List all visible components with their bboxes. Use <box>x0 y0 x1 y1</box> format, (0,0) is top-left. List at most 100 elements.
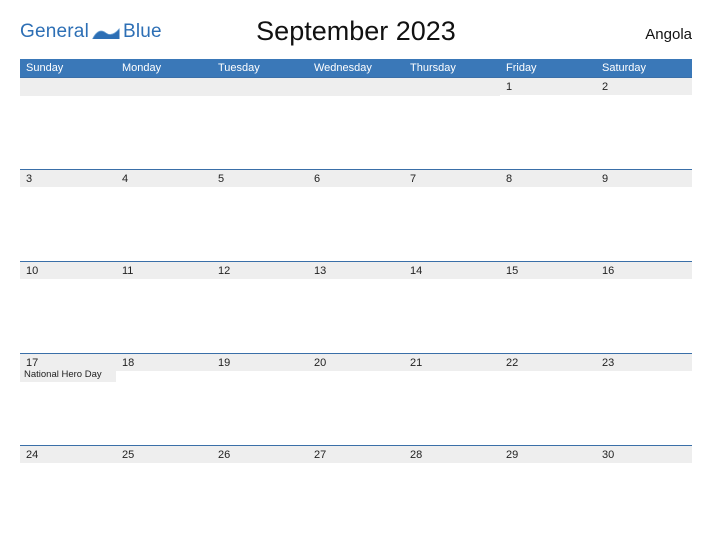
calendar-cell: 14 <box>404 262 500 354</box>
dayname-tue: Tuesday <box>212 59 308 78</box>
calendar-cell: 4 <box>116 170 212 262</box>
day-body <box>116 279 212 353</box>
calendar-cell: 5 <box>212 170 308 262</box>
dayname-fri: Friday <box>500 59 596 78</box>
day-body <box>500 187 596 261</box>
calendar-cell: 22 <box>500 354 596 446</box>
day-body <box>20 382 116 445</box>
calendar-cell: 15 <box>500 262 596 354</box>
calendar-cell: 19 <box>212 354 308 446</box>
day-number: 4 <box>116 170 212 185</box>
calendar-cell: 21 <box>404 354 500 446</box>
calendar-cell: 20 <box>308 354 404 446</box>
day-number: 26 <box>212 446 308 461</box>
dayname-thu: Thursday <box>404 59 500 78</box>
holiday-label: National Hero Day <box>20 369 116 380</box>
day-body <box>308 187 404 261</box>
day-number: 13 <box>308 262 404 277</box>
dayname-row: Sunday Monday Tuesday Wednesday Thursday… <box>20 59 692 78</box>
day-number <box>116 78 212 94</box>
calendar-cell <box>308 78 404 170</box>
logo-text-general: General <box>20 21 89 43</box>
day-number: 29 <box>500 446 596 461</box>
day-body <box>212 187 308 261</box>
calendar-cell: 30 <box>596 446 692 538</box>
calendar-cell: 6 <box>308 170 404 262</box>
day-number: 27 <box>308 446 404 461</box>
calendar-cell <box>116 78 212 170</box>
day-number: 7 <box>404 170 500 185</box>
day-body <box>500 95 596 169</box>
day-number: 24 <box>20 446 116 461</box>
day-body <box>212 96 308 169</box>
day-body <box>20 96 116 169</box>
day-body <box>116 187 212 261</box>
day-number <box>20 78 116 94</box>
day-number: 21 <box>404 354 500 369</box>
calendar-week: 17National Hero Day181920212223 <box>20 354 692 446</box>
day-number: 5 <box>212 170 308 185</box>
day-number: 9 <box>596 170 692 185</box>
day-body <box>596 279 692 353</box>
day-body <box>116 371 212 445</box>
calendar-week: 24252627282930 <box>20 446 692 538</box>
calendar-cell <box>20 78 116 170</box>
day-number <box>308 78 404 94</box>
day-body <box>404 96 500 169</box>
day-body <box>596 463 692 538</box>
dayname-wed: Wednesday <box>308 59 404 78</box>
month-year-title: September 2023 <box>170 16 542 47</box>
wave-icon <box>91 23 121 43</box>
day-number: 11 <box>116 262 212 277</box>
day-body <box>500 371 596 445</box>
calendar-cell: 12 <box>212 262 308 354</box>
day-body <box>20 279 116 353</box>
calendar-header: General Blue September 2023 Angola <box>20 10 692 59</box>
day-body <box>404 279 500 353</box>
calendar-cell: 24 <box>20 446 116 538</box>
dayname-sat: Saturday <box>596 59 692 78</box>
calendar-cell: 27 <box>308 446 404 538</box>
day-number: 17 <box>20 354 116 369</box>
day-number: 14 <box>404 262 500 277</box>
calendar-cell: 25 <box>116 446 212 538</box>
calendar-cell: 23 <box>596 354 692 446</box>
logo-text-blue: Blue <box>123 21 162 43</box>
day-number <box>212 78 308 94</box>
calendar-week: 3456789 <box>20 170 692 262</box>
day-body <box>116 463 212 538</box>
day-body <box>212 279 308 353</box>
day-body <box>212 463 308 538</box>
calendar-cell: 17National Hero Day <box>20 354 116 446</box>
dayname-mon: Monday <box>116 59 212 78</box>
day-body <box>404 371 500 445</box>
day-body <box>500 279 596 353</box>
day-number: 23 <box>596 354 692 369</box>
calendar-cell: 28 <box>404 446 500 538</box>
day-body <box>596 95 692 169</box>
day-body <box>308 463 404 538</box>
calendar-cell: 26 <box>212 446 308 538</box>
day-number: 19 <box>212 354 308 369</box>
brand-logo: General Blue <box>20 21 170 43</box>
day-body <box>596 187 692 261</box>
day-number: 6 <box>308 170 404 185</box>
calendar-week: 10111213141516 <box>20 262 692 354</box>
calendar-cell: 10 <box>20 262 116 354</box>
calendar-cell: 8 <box>500 170 596 262</box>
day-number: 15 <box>500 262 596 277</box>
calendar-week: 12 <box>20 78 692 170</box>
day-body <box>404 187 500 261</box>
day-body <box>500 463 596 538</box>
day-number: 22 <box>500 354 596 369</box>
day-body <box>20 463 116 538</box>
day-body <box>308 96 404 169</box>
day-number: 20 <box>308 354 404 369</box>
day-body <box>20 187 116 261</box>
day-body <box>308 279 404 353</box>
calendar-cell: 1 <box>500 78 596 170</box>
day-number: 28 <box>404 446 500 461</box>
calendar-cell <box>212 78 308 170</box>
calendar-cell: 18 <box>116 354 212 446</box>
day-body <box>596 371 692 445</box>
